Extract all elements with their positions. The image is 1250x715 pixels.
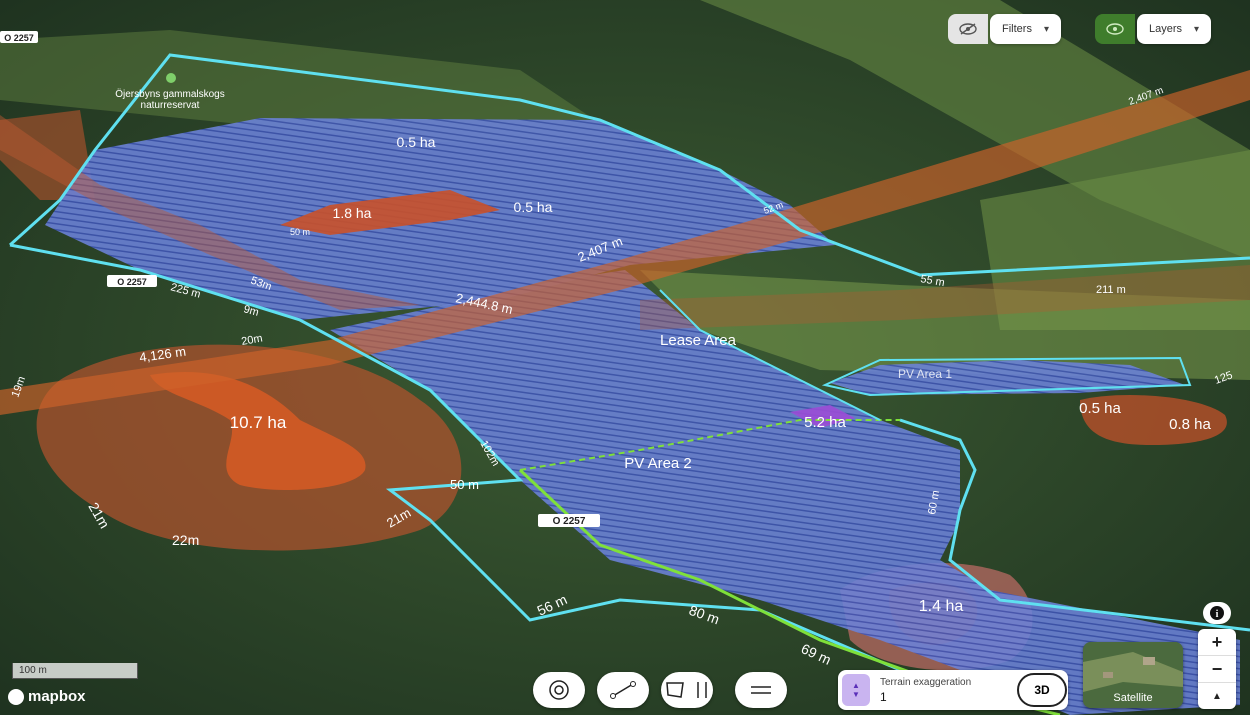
hectare-label: 5.2 ha xyxy=(804,414,846,431)
distance-label: 211 m xyxy=(1096,284,1126,296)
terrain-label: Terrain exaggeration xyxy=(880,676,972,688)
vertical-measure-icon xyxy=(697,682,707,698)
distance-label: 22m xyxy=(172,532,199,548)
eye-off-icon[interactable] xyxy=(948,14,988,44)
zoom-out-button[interactable]: − xyxy=(1198,656,1236,683)
stepper[interactable]: ▲ ▼ xyxy=(842,674,870,706)
compass-button[interactable]: ▲ xyxy=(1198,683,1236,709)
chevron-down-icon[interactable]: ▼ xyxy=(852,690,860,699)
circle-target-icon xyxy=(549,680,569,700)
svg-text:i: i xyxy=(1216,609,1219,620)
svg-text:O 2257: O 2257 xyxy=(117,277,147,287)
hectare-label: 1.4 ha xyxy=(919,598,964,615)
lease-area-label: Lease Area xyxy=(660,332,737,349)
distance-label: 50 m xyxy=(290,227,310,237)
reserve-name: Öjersbyns gammalskogs xyxy=(115,88,224,100)
map-canvas[interactable]: Öjersbyns gammalskogs naturreservat O 22… xyxy=(0,0,1250,715)
mapbox-logo[interactable]: mapbox xyxy=(8,688,86,705)
pv-area-2-label: PV Area 2 xyxy=(624,455,692,472)
road-badge: O 2257 xyxy=(107,275,157,287)
measure-line-button[interactable] xyxy=(597,672,649,708)
hectare-label: 0.5 ha xyxy=(1079,400,1121,417)
road-badge: O 2257 xyxy=(538,514,600,527)
satellite-label: Satellite xyxy=(1113,692,1153,704)
zoom-controls: + − ▲ xyxy=(1198,629,1236,709)
svg-text:O 2257: O 2257 xyxy=(4,33,34,43)
info-icon: i xyxy=(1210,606,1224,620)
reserve-name: naturreservat xyxy=(141,100,200,111)
mapbox-icon xyxy=(8,688,24,705)
layers-label: Layers xyxy=(1149,23,1183,35)
info-button[interactable]: i xyxy=(1203,602,1231,624)
satellite-style-button[interactable]: Satellite xyxy=(1083,642,1183,708)
horizontal-measure-icon xyxy=(751,686,771,694)
horizontal-measure-button[interactable] xyxy=(735,672,787,708)
pv-area-1-label: PV Area 1 xyxy=(898,367,952,381)
filters-button[interactable]: Filters ▾ xyxy=(990,14,1061,44)
drawing-toolbar xyxy=(533,672,787,708)
hectare-label: 0.5 ha xyxy=(397,134,436,150)
measure-line-icon xyxy=(610,681,636,699)
distance-label: 50 m xyxy=(450,477,479,492)
eye-icon[interactable] xyxy=(1095,14,1135,44)
layers-button[interactable]: Layers ▾ xyxy=(1137,14,1212,44)
filters-label: Filters xyxy=(1002,23,1032,35)
chevron-down-icon: ▾ xyxy=(1043,23,1049,35)
terrain-value[interactable]: 1 xyxy=(880,690,971,704)
hectare-label: 10.7 ha xyxy=(230,413,287,432)
layers-control: Layers ▾ xyxy=(1095,14,1212,44)
mapbox-wordmark: mapbox xyxy=(28,688,86,705)
3d-toggle-button[interactable]: 3D xyxy=(1017,673,1067,707)
svg-text:O 2257: O 2257 xyxy=(553,516,586,527)
filters-control: Filters ▾ xyxy=(948,14,1061,44)
chevron-down-icon: ▾ xyxy=(1194,23,1200,35)
zoom-in-button[interactable]: + xyxy=(1198,629,1236,656)
road-badge: O 2257 xyxy=(0,31,38,43)
chevron-up-icon[interactable]: ▲ xyxy=(852,681,860,690)
polygon-icon xyxy=(666,682,684,698)
hectare-label: 0.8 ha xyxy=(1169,416,1211,433)
hectare-label: 0.5 ha xyxy=(514,199,553,215)
hectare-label: 1.8 ha xyxy=(333,205,372,221)
park-icon xyxy=(166,73,176,83)
scale-bar: 100 m xyxy=(12,663,138,679)
polygon-button[interactable] xyxy=(661,672,713,708)
circle-target-button[interactable] xyxy=(533,672,585,708)
